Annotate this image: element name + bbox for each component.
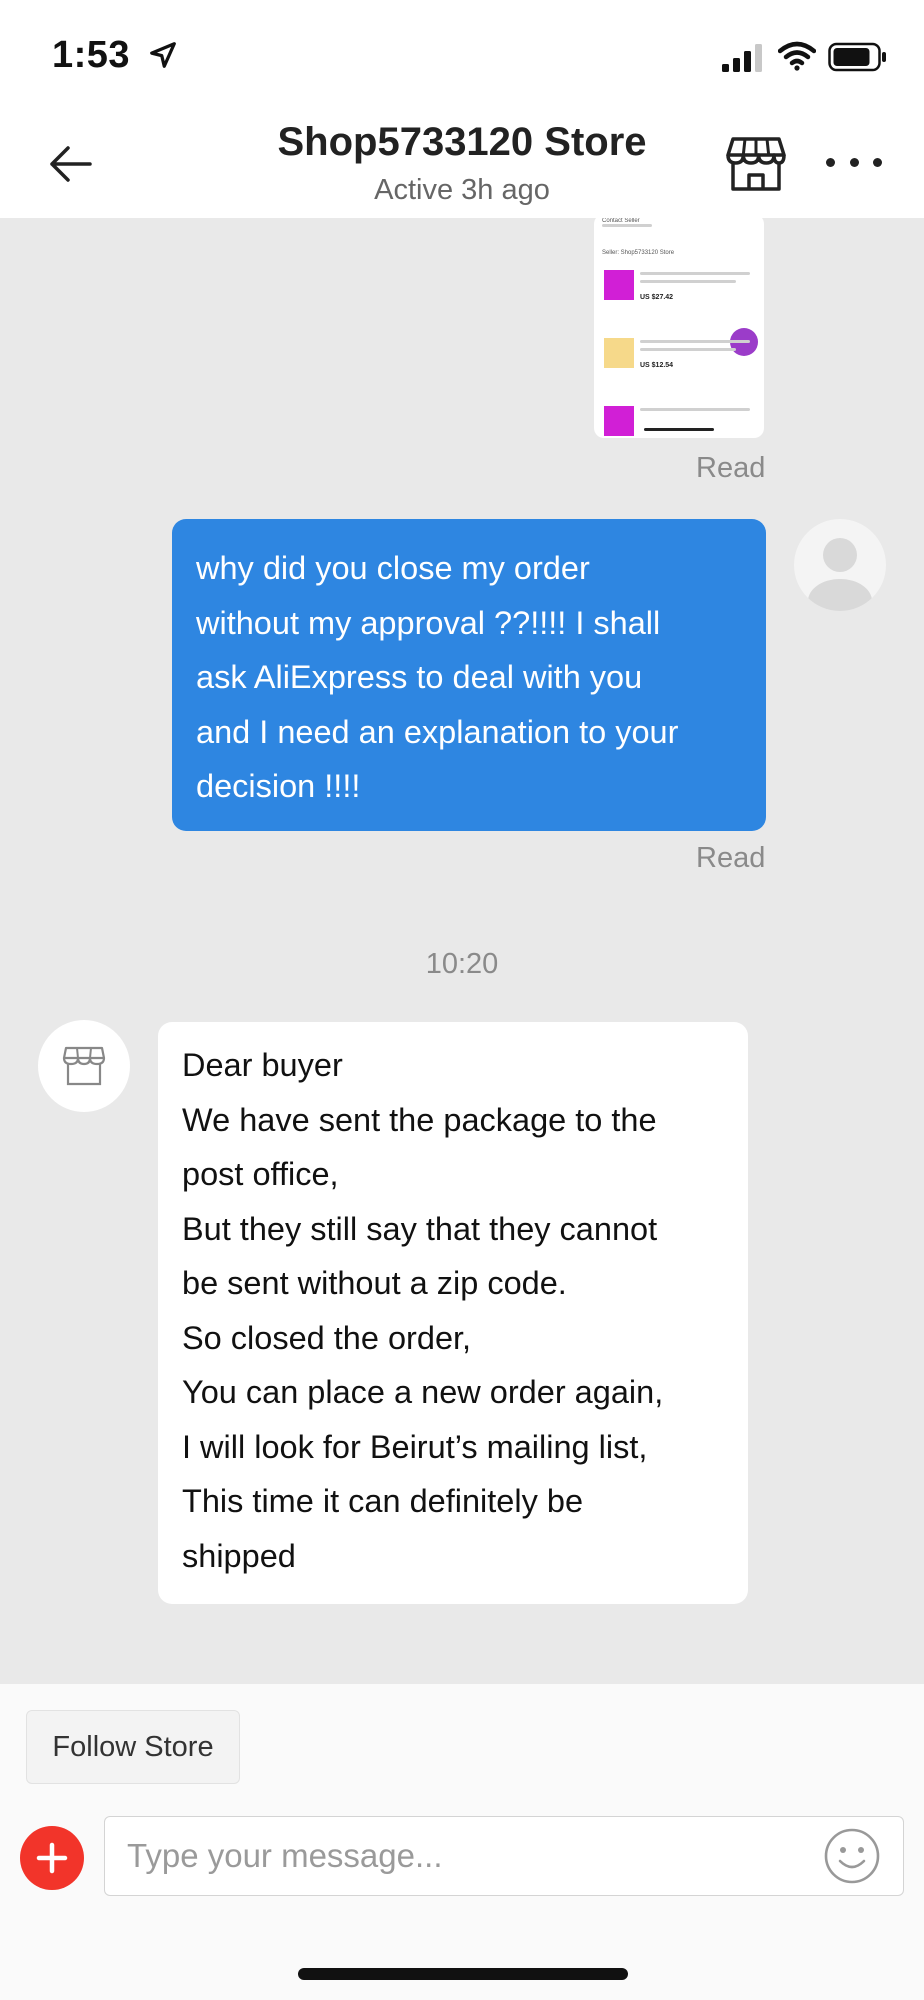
back-button[interactable] (40, 134, 100, 194)
product-thumbnail (604, 406, 634, 436)
active-status: Active 3h ago (374, 174, 550, 206)
product-thumbnail (604, 338, 634, 368)
status-bar: 1:53 (0, 0, 924, 110)
store-avatar[interactable] (38, 1020, 130, 1112)
read-receipt: Read (696, 452, 766, 484)
plus-icon (36, 1842, 68, 1874)
thumb-seller-name: Seller: Shop5733120 Store (602, 250, 675, 256)
incoming-message-line: So closed the order, (182, 1319, 472, 1356)
incoming-message-line: I will look for Beirut’s mailing list, (182, 1428, 648, 1465)
incoming-message-line: We have sent the package to the (182, 1101, 657, 1138)
incoming-message-line: be sent without a zip code. (182, 1265, 567, 1301)
cellular-signal-icon (722, 44, 762, 72)
incoming-message-line: You can place a new order again, (182, 1374, 664, 1410)
read-receipt: Read (696, 842, 766, 874)
message-input[interactable] (127, 1817, 807, 1895)
incoming-message-bubble[interactable]: Dear buyer We have sent the package to t… (158, 1022, 748, 1604)
product-price: US $12.54 (640, 362, 674, 369)
incoming-message-line: shipped (182, 1537, 296, 1574)
incoming-message-line: This time it can definitely be (182, 1483, 584, 1519)
location-arrow-icon (150, 42, 176, 68)
store-title: Shop5733120 Store (277, 120, 647, 164)
store-avatar-icon (62, 1046, 106, 1086)
incoming-message-line: Dear buyer (182, 1047, 343, 1083)
back-arrow-icon (50, 146, 92, 182)
user-avatar[interactable] (794, 519, 886, 611)
message-input-container[interactable] (104, 1816, 904, 1896)
incoming-message-line: But they still say that they cannot (182, 1210, 658, 1247)
chat-header: Shop5733120 Store Active 3h ago (0, 110, 924, 218)
status-time: 1:53 (52, 34, 131, 76)
home-indicator (298, 1968, 628, 1980)
chat-thread[interactable]: Contact Seller Seller: Shop5733120 Store… (0, 218, 924, 1684)
store-icon (726, 137, 786, 191)
composer-area: Follow Store (0, 1684, 924, 2000)
follow-store-button[interactable]: Follow Store (26, 1710, 240, 1784)
screenshot-image-message[interactable]: Contact Seller Seller: Shop5733120 Store… (594, 218, 764, 438)
product-thumbnail (604, 270, 634, 300)
more-icon (826, 157, 835, 167)
emoji-icon[interactable] (823, 1827, 881, 1885)
incoming-message-line: post office, (182, 1156, 339, 1192)
wifi-icon (778, 41, 816, 71)
product-price: US $27.42 (640, 294, 674, 301)
user-avatar-icon (808, 538, 872, 611)
add-attachment-button[interactable] (20, 1826, 84, 1890)
message-timestamp: 10:20 (425, 948, 499, 980)
battery-icon (828, 42, 886, 72)
outgoing-message-text: why did you close my order without my ap… (196, 550, 679, 804)
thumb-contact-seller: Contact Seller (602, 218, 642, 224)
more-button[interactable] (826, 140, 882, 184)
store-button[interactable] (722, 130, 790, 198)
outgoing-message-bubble[interactable]: why did you close my order without my ap… (172, 519, 766, 831)
